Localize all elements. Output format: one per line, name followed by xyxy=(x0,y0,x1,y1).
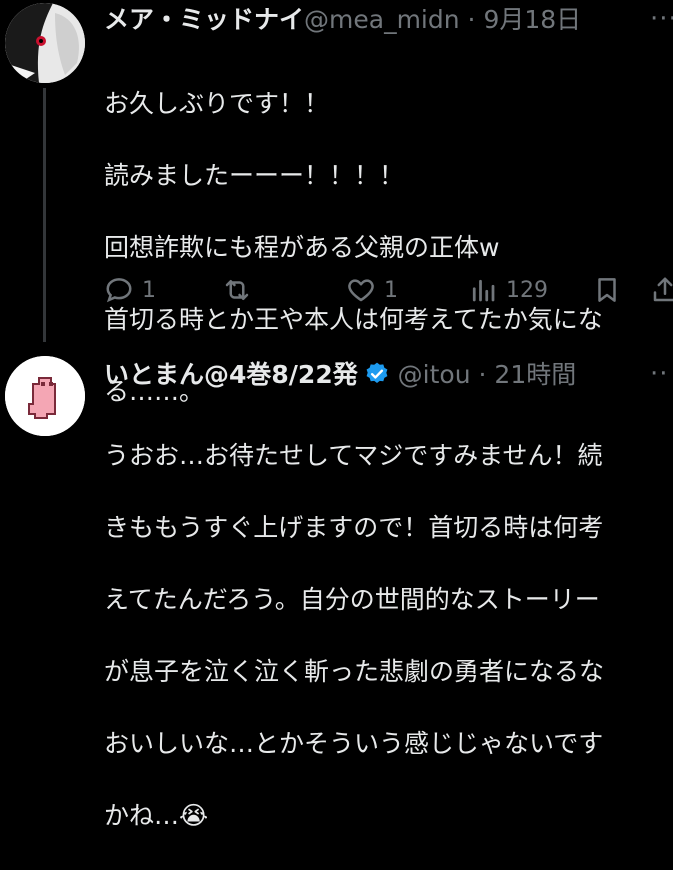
timestamp[interactable]: 21時間 xyxy=(494,360,576,389)
reply-button[interactable]: 1 xyxy=(104,275,156,305)
separator: · xyxy=(478,360,487,389)
tweet-line: が息子を泣く泣く斬った悲劇の勇者になるな xyxy=(104,657,605,686)
reply-count: 1 xyxy=(142,277,156,303)
tweet-line: うおお…お待たせしてマジですみません！続 xyxy=(104,441,603,470)
verified-badge-icon xyxy=(364,361,390,395)
handle[interactable]: @itou xyxy=(398,360,471,389)
display-name[interactable]: いとまん@4巻8/22発 xyxy=(104,360,358,389)
tweet-header: メア・ミッドナイ@mea_midn · 9月18日 xyxy=(104,4,581,36)
retweet-icon xyxy=(225,280,249,300)
tweet-line: かね…😭 xyxy=(104,801,209,830)
views-count: 129 xyxy=(506,277,548,303)
tweet-line: きももうすぐ上げますので！首切る時は何考 xyxy=(104,513,604,542)
tweet-text: うおお…お待たせしてマジですみません！続 きももうすぐ上げますので！首切る時は何… xyxy=(104,402,604,870)
thread-connector xyxy=(43,88,46,342)
tweet-line: 読みましたーーー！！！！ xyxy=(104,161,405,190)
share-icon xyxy=(653,277,673,302)
views-button[interactable]: 129 xyxy=(468,275,548,305)
retweet-button[interactable] xyxy=(222,275,260,305)
views-icon xyxy=(472,279,495,302)
like-count: 1 xyxy=(384,277,398,303)
handle[interactable]: @mea_midn xyxy=(304,5,460,34)
more-options-button[interactable]: ·· xyxy=(650,359,669,389)
more-options-button[interactable]: ··· xyxy=(650,4,673,34)
heart-icon xyxy=(348,279,374,302)
tweet-mea: メア・ミッドナイ@mea_midn · 9月18日 ··· お久しぶりです！！ … xyxy=(0,0,673,406)
tweet-itou: いとまん@4巻8/22発 @itou · 21時間 ·· うおお…お待たせしてマ… xyxy=(0,340,673,830)
timestamp[interactable]: 9月18日 xyxy=(483,5,581,34)
display-name[interactable]: メア・ミッドナイ xyxy=(104,5,304,34)
tweet-line: えてたんだろう。自分の世間的なストーリー xyxy=(104,585,600,614)
tweet-line: おいしいな…とかそういう感じじゃないです xyxy=(104,729,604,758)
share-button[interactable] xyxy=(650,275,673,305)
like-button[interactable]: 1 xyxy=(346,275,398,305)
separator: · xyxy=(467,5,476,34)
bookmark-button[interactable] xyxy=(592,275,630,305)
tweet-line: お久しぶりです！！ xyxy=(104,89,330,118)
action-bar: 1 1 129 xyxy=(104,275,673,309)
avatar-itou[interactable] xyxy=(5,356,85,436)
bookmark-icon xyxy=(598,278,616,302)
avatar-image xyxy=(5,3,85,83)
tweet-line: 回想詐欺にも程がある父親の正体w xyxy=(104,233,500,262)
tweet-header: いとまん@4巻8/22発 @itou · 21時間 xyxy=(104,359,576,395)
avatar-mea[interactable] xyxy=(5,3,85,83)
reply-icon xyxy=(106,278,132,303)
avatar-image xyxy=(5,356,85,436)
